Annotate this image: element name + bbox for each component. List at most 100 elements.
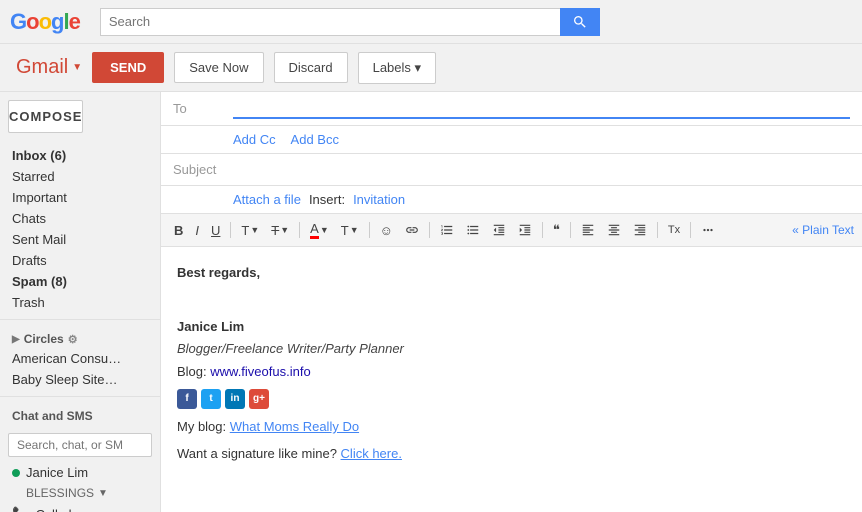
- search-input[interactable]: [100, 8, 560, 36]
- emoji-button[interactable]: ☺: [375, 220, 398, 241]
- font-size-arrow: ▼: [280, 225, 289, 235]
- indent-more-icon: [518, 223, 532, 237]
- insert-label: Insert:: [309, 192, 345, 207]
- align-right-button[interactable]: [628, 220, 652, 240]
- chat-section-label: Chat and SMS: [0, 403, 160, 429]
- font-color-button[interactable]: A ▼: [305, 218, 334, 242]
- font-dropdown-arrow: ▼: [250, 225, 259, 235]
- signature-blog: Blog: www.fiveofus.info: [177, 362, 846, 383]
- more-options-button[interactable]: [696, 220, 720, 240]
- twitter-icon[interactable]: t: [201, 389, 221, 409]
- align-center-button[interactable]: [602, 220, 626, 240]
- compose-button[interactable]: COMPOSE: [8, 100, 83, 133]
- quote-button[interactable]: ❝: [548, 219, 565, 241]
- sidebar-item-american[interactable]: American Consu…: [0, 348, 160, 369]
- more-format-arrow: ▼: [350, 225, 359, 235]
- search-bar: [100, 8, 600, 36]
- toolbar-separator-8: [690, 222, 691, 238]
- add-bcc-link[interactable]: Add Bcc: [291, 132, 339, 147]
- unordered-list-button[interactable]: [461, 220, 485, 240]
- linkedin-icon[interactable]: in: [225, 389, 245, 409]
- toolbar-separator-5: [542, 222, 543, 238]
- blessings-label: BLESSINGS: [26, 486, 94, 500]
- attach-file-link[interactable]: Attach a file: [233, 192, 301, 207]
- search-button[interactable]: [560, 8, 600, 36]
- main-layout: COMPOSE Inbox (6) Starred Important Chat…: [0, 92, 862, 512]
- sidebar: COMPOSE Inbox (6) Starred Important Chat…: [0, 92, 160, 512]
- remove-formatting-button[interactable]: Tx: [663, 221, 685, 239]
- add-cc-link[interactable]: Add Cc: [233, 132, 276, 147]
- circles-settings-icon[interactable]: ⚙: [68, 333, 78, 346]
- discard-button[interactable]: Discard: [274, 52, 348, 83]
- facebook-icon[interactable]: f: [177, 389, 197, 409]
- underline-button[interactable]: U: [206, 220, 225, 241]
- link-button[interactable]: [400, 220, 424, 240]
- gmail-label[interactable]: Gmail ▼: [16, 56, 82, 79]
- ordered-list-button[interactable]: [435, 220, 459, 240]
- sidebar-item-trash[interactable]: Trash: [0, 292, 160, 313]
- janice-lim-name: Janice Lim: [26, 465, 88, 480]
- subject-input[interactable]: [233, 160, 850, 179]
- link-icon: [405, 223, 419, 237]
- signature-cta: Want a signature like mine? Click here.: [177, 444, 846, 465]
- blog-prefix: Blog:: [177, 364, 210, 379]
- online-status-dot: [12, 469, 20, 477]
- toolbar-separator-2: [299, 222, 300, 238]
- font-size-button[interactable]: T ▼: [266, 220, 294, 241]
- blessings-arrow: ▼: [98, 488, 108, 499]
- indent-less-button[interactable]: [487, 220, 511, 240]
- social-icons-row: f t in g+: [177, 389, 846, 409]
- best-regards-text: Best regards,: [177, 263, 846, 284]
- call-phone-item[interactable]: 📞 Call phone: [0, 502, 160, 512]
- sidebar-item-inbox[interactable]: Inbox (6): [0, 145, 160, 166]
- janice-lim-chat-item[interactable]: Janice Lim: [0, 461, 160, 484]
- plain-text-toggle[interactable]: « Plain Text: [792, 223, 854, 237]
- cta-link[interactable]: Click here.: [341, 446, 402, 461]
- chat-search-input[interactable]: [8, 433, 152, 457]
- sidebar-item-drafts[interactable]: Drafts: [0, 250, 160, 271]
- more-formatting-button[interactable]: T ▼: [336, 220, 364, 241]
- toolbar-separator-3: [369, 222, 370, 238]
- sidebar-item-sent[interactable]: Sent Mail: [0, 229, 160, 250]
- myblog-link[interactable]: What Moms Really Do: [230, 419, 359, 434]
- align-left-button[interactable]: [576, 220, 600, 240]
- google-logo: Google: [10, 9, 80, 35]
- italic-button[interactable]: I: [190, 220, 204, 241]
- to-input[interactable]: [233, 98, 850, 119]
- labels-button[interactable]: Labels ▾: [358, 52, 436, 84]
- font-label: T: [241, 223, 249, 238]
- blessings-item[interactable]: BLESSINGS ▼: [0, 484, 160, 502]
- toolbar-separator-1: [230, 222, 231, 238]
- font-size-label: T: [271, 223, 279, 238]
- invitation-link[interactable]: Invitation: [353, 192, 405, 207]
- googleplus-icon[interactable]: g+: [249, 389, 269, 409]
- cc-bcc-row: Add Cc Add Bcc: [161, 126, 862, 154]
- formatting-toolbar: B I U T ▼ T ▼ A ▼ T ▼ ☺: [161, 214, 862, 247]
- sidebar-item-chats[interactable]: Chats: [0, 208, 160, 229]
- font-button[interactable]: T ▼: [236, 220, 264, 241]
- more-format-label: T: [341, 223, 349, 238]
- myblog-line: My blog: What Moms Really Do: [177, 417, 846, 438]
- top-bar: Google: [0, 0, 862, 44]
- save-now-button[interactable]: Save Now: [174, 52, 263, 83]
- sidebar-item-baby[interactable]: Baby Sleep Site…: [0, 369, 160, 390]
- more-options-icon: [701, 223, 715, 237]
- sidebar-item-starred[interactable]: Starred: [0, 166, 160, 187]
- to-label: To: [173, 101, 233, 116]
- bold-button[interactable]: B: [169, 220, 188, 241]
- search-icon: [572, 14, 588, 30]
- gmail-header: Gmail ▼ SEND Save Now Discard Labels ▾: [0, 44, 862, 92]
- unordered-list-icon: [466, 223, 480, 237]
- sidebar-item-spam[interactable]: Spam (8): [0, 271, 160, 292]
- blog-url-link[interactable]: www.fiveofus.info: [210, 364, 310, 379]
- myblog-prefix: My blog:: [177, 419, 230, 434]
- send-button[interactable]: SEND: [92, 52, 164, 83]
- indent-more-button[interactable]: [513, 220, 537, 240]
- circles-expand-icon: ▶: [12, 334, 20, 345]
- toolbar-separator-6: [570, 222, 571, 238]
- sidebar-item-important[interactable]: Important: [0, 187, 160, 208]
- to-field-row: To: [161, 92, 862, 126]
- phone-icon: 📞: [12, 506, 29, 512]
- align-left-icon: [581, 223, 595, 237]
- compose-area: To Add Cc Add Bcc Subject Attach a file …: [160, 92, 862, 512]
